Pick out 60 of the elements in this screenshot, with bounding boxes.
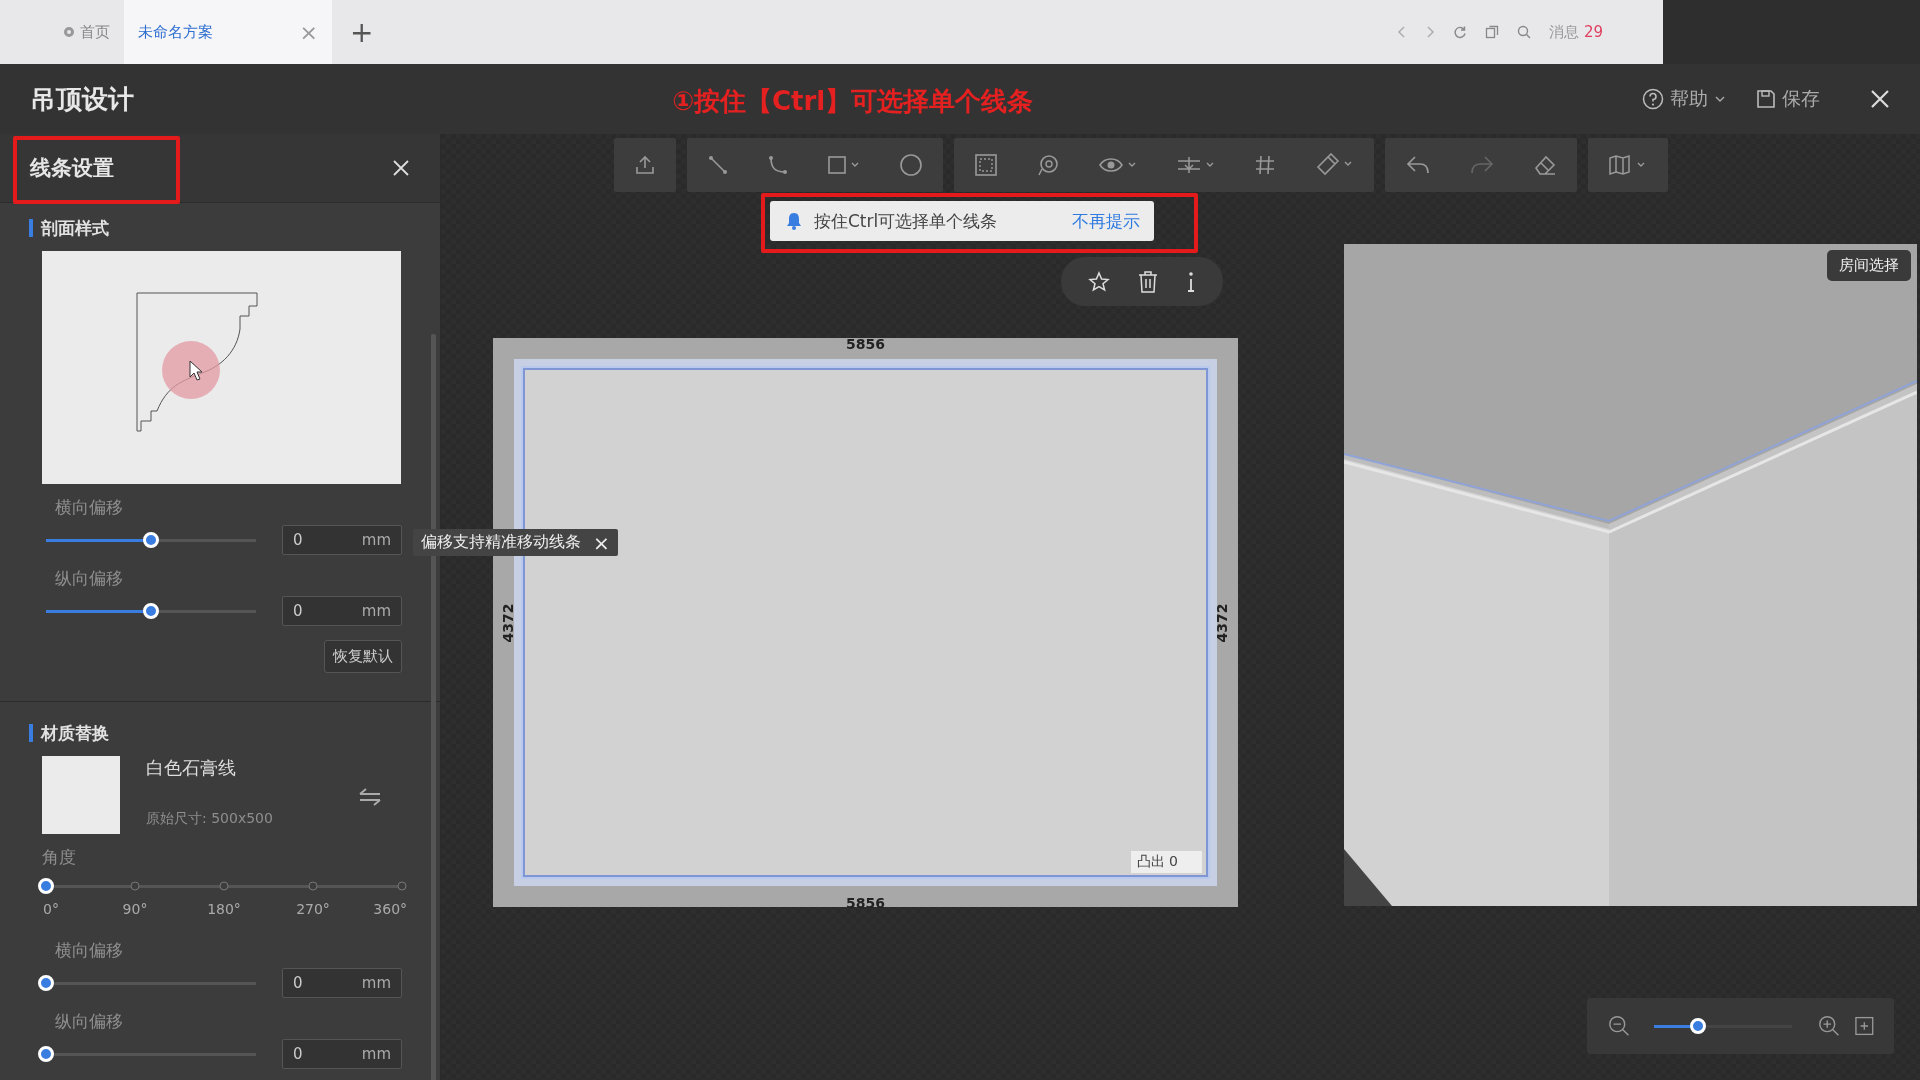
- dismiss-link[interactable]: 不再提示: [1072, 209, 1140, 233]
- field-label: 纵向偏移: [55, 567, 124, 590]
- align-icon[interactable]: [1176, 154, 1216, 176]
- dimension-label: 4372: [1214, 603, 1231, 642]
- rectangle-tool-icon[interactable]: [827, 154, 861, 176]
- tooltip-close-button[interactable]: ×: [593, 530, 610, 555]
- panel-title: 线条设置: [30, 155, 114, 182]
- annotation-text: ①按住【Ctrl】可选择单个线条: [672, 85, 1034, 118]
- help-button[interactable]: 帮助: [1642, 86, 1726, 112]
- input-field[interactable]: 0 mm: [282, 968, 402, 998]
- select-area-icon[interactable]: [974, 153, 998, 177]
- info-icon[interactable]: [1185, 269, 1196, 294]
- eraser-icon[interactable]: [1533, 153, 1557, 177]
- lasso-icon[interactable]: [1036, 153, 1060, 177]
- circle-tool-icon[interactable]: [899, 153, 923, 177]
- browser-tab[interactable]: 未命名方案 ×: [124, 0, 332, 64]
- angle-tick-label: 360°: [373, 901, 408, 917]
- grid-icon[interactable]: [1254, 154, 1276, 176]
- field-label: 横向偏移: [55, 496, 124, 519]
- material-swatch[interactable]: [42, 756, 120, 834]
- angle-tick-label: 270°: [296, 901, 330, 917]
- dimension-label: 5856: [846, 336, 885, 352]
- fit-view-icon[interactable]: [1855, 1016, 1874, 1036]
- arc-tool-icon[interactable]: [767, 154, 789, 176]
- help-icon: [1642, 88, 1664, 110]
- save-icon: [1756, 89, 1776, 109]
- undo-icon[interactable]: [1405, 154, 1431, 176]
- close-icon[interactable]: [392, 159, 410, 177]
- angle-tick-label: 0°: [43, 901, 59, 917]
- field-label: 横向偏移: [55, 939, 124, 962]
- section-heading: 材质替换: [29, 724, 402, 742]
- field-label: 角度: [42, 846, 77, 869]
- refresh-icon[interactable]: [1453, 25, 1468, 39]
- swap-icon[interactable]: [358, 788, 382, 806]
- upload-icon[interactable]: [634, 154, 656, 176]
- protrude-tag: 凸出 0: [1130, 851, 1202, 873]
- angle-tick-label: 90°: [122, 901, 148, 917]
- reset-button[interactable]: 恢复默认: [324, 640, 402, 673]
- field-label: 纵向偏移: [55, 1010, 124, 1033]
- line-tool-icon[interactable]: [707, 154, 729, 176]
- section-heading: 剖面样式: [29, 219, 402, 237]
- bell-icon: [786, 212, 802, 230]
- material-name: 白色石膏线: [146, 756, 237, 780]
- room-select-button[interactable]: 房间选择: [1827, 250, 1911, 281]
- trash-icon[interactable]: [1137, 269, 1159, 294]
- input-field[interactable]: 0 mm: [282, 1039, 402, 1069]
- angle-tick-label: 180°: [207, 901, 241, 917]
- save-button[interactable]: 保存: [1756, 86, 1820, 112]
- dimension-label: 4372: [500, 603, 517, 642]
- copy-icon[interactable]: [1485, 25, 1500, 39]
- close-icon[interactable]: [1870, 89, 1890, 109]
- input-field[interactable]: 0 mm: [282, 525, 402, 555]
- new-tab-button[interactable]: +: [350, 15, 374, 49]
- notice-text: 按住Ctrl可选择单个线条: [814, 209, 998, 233]
- material-size: 原始尺寸: 500x500: [146, 810, 273, 828]
- caret-icon: [1714, 95, 1726, 103]
- input-field[interactable]: 0 mm: [282, 596, 402, 626]
- app-title: 吊顶设计: [30, 82, 134, 116]
- star-icon[interactable]: [1088, 270, 1111, 293]
- search-icon[interactable]: [1517, 25, 1532, 39]
